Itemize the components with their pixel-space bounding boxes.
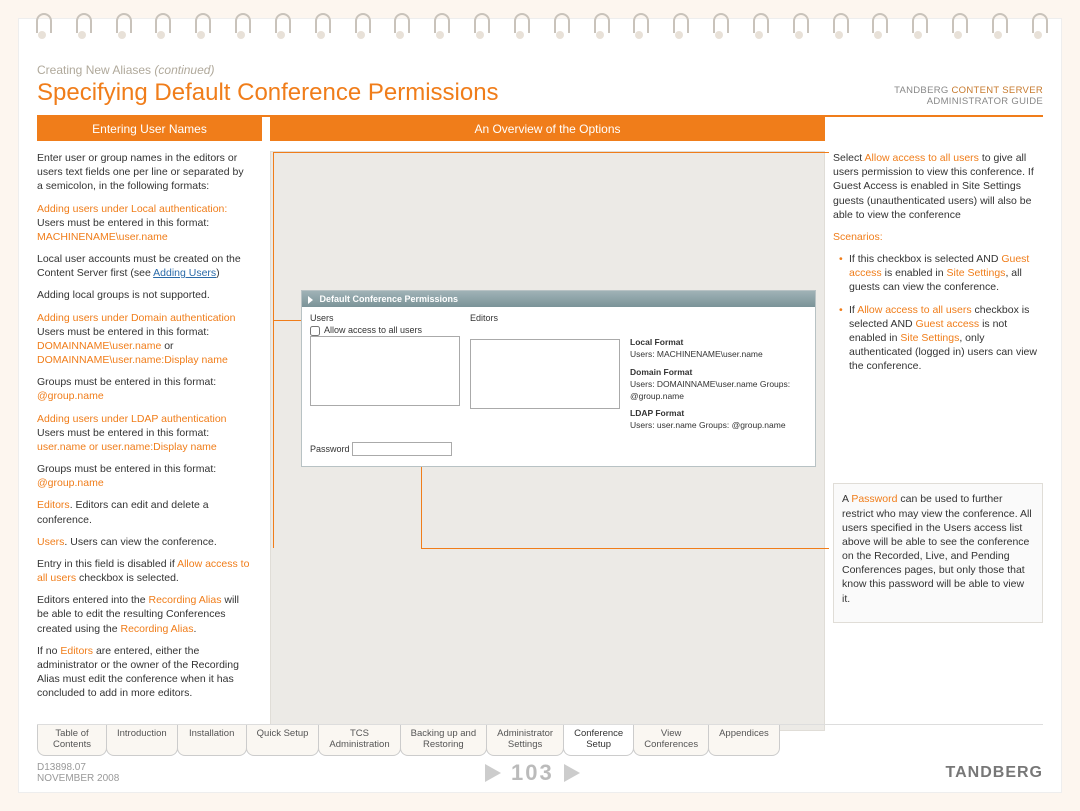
- ss-header: Default Conference Permissions: [302, 291, 815, 307]
- breadcrumb-main: Creating New Aliases: [37, 63, 151, 77]
- ss-title: Default Conference Permissions: [320, 294, 459, 304]
- page-number: 103: [511, 760, 554, 786]
- breadcrumb: Creating New Aliases (continued): [37, 63, 1043, 77]
- left-local-groups: Adding local groups is not supported.: [37, 288, 252, 302]
- section-header-left: Entering User Names: [37, 117, 262, 141]
- left-local-format: MACHINENAME\user.name: [37, 231, 168, 243]
- ss-local-format-users: Users: MACHINENAME\user.name: [630, 349, 807, 361]
- nav-tab-2[interactable]: Installation: [177, 725, 247, 756]
- doc-type-guide: ADMINISTRATOR GUIDE: [927, 96, 1043, 107]
- left-column: Enter user or group names in the editors…: [37, 151, 262, 731]
- page-title: Specifying Default Conference Permission…: [37, 79, 499, 107]
- ss-editors-label: Editors: [470, 313, 630, 323]
- scenario-2: If Allow access to all users checkbox is…: [839, 303, 1043, 374]
- spiral-binding: [29, 11, 1051, 47]
- left-local-create: Local user accounts must be created on t…: [37, 252, 252, 280]
- doc-id: D13898.07: [37, 762, 86, 773]
- right-intro: Select Allow access to all users to give…: [833, 151, 1043, 222]
- scenario-1: If this checkbox is selected AND Guest a…: [839, 252, 1043, 295]
- ss-domain-format: Domain Format: [630, 367, 692, 377]
- doc-type-product: CONTENT SERVER: [952, 85, 1043, 96]
- callout-line: [273, 152, 274, 548]
- left-intro: Enter user or group names in the editors…: [37, 151, 252, 194]
- prev-page-icon[interactable]: [485, 764, 501, 782]
- nav-tab-0[interactable]: Table ofContents: [37, 725, 107, 756]
- left-domain-groups: Groups must be entered in this format: @…: [37, 375, 252, 403]
- allow-access-checkbox[interactable]: [310, 326, 320, 336]
- right-scenarios-h: Scenarios:: [833, 230, 1043, 244]
- left-editors-desc: Editors. Editors can edit and delete a c…: [37, 498, 252, 526]
- left-h-local: Adding users under Local authentication:: [37, 203, 227, 215]
- footer: D13898.07 NOVEMBER 2008 103 TANDBERG: [37, 760, 1043, 786]
- ss-ldap-format-users: Users: user.name Groups: @group.name: [630, 420, 807, 432]
- ss-ldap-format: LDAP Format: [630, 408, 684, 418]
- nav-tab-5[interactable]: Backing up andRestoring: [400, 725, 488, 756]
- nav-tab-1[interactable]: Introduction: [106, 725, 178, 756]
- nav-tab-6[interactable]: AdministratorSettings: [486, 725, 564, 756]
- section-header-right-spacer: [833, 117, 1043, 141]
- section-header-mid: An Overview of the Options: [270, 117, 825, 141]
- section-headers: Entering User Names An Overview of the O…: [37, 117, 1043, 141]
- doc-date: NOVEMBER 2008: [37, 773, 119, 784]
- ss-allow-label: Allow access to all users: [324, 325, 422, 335]
- left-users-desc: Users. Users can view the conference.: [37, 535, 252, 549]
- left-h-ldap: Adding users under LDAP authentication: [37, 413, 227, 425]
- nav-tab-4[interactable]: TCSAdministration: [318, 725, 400, 756]
- callout-line: [421, 548, 829, 549]
- left-recording-alias: Editors entered into the Recording Alias…: [37, 593, 252, 636]
- nav-tab-7[interactable]: ConferenceSetup: [563, 725, 634, 756]
- adding-users-link[interactable]: Adding Users: [153, 267, 216, 279]
- ss-domain-format-users: Users: DOMAINNAME\user.name Groups: @gro…: [630, 379, 807, 403]
- middle-column: Default Conference Permissions Users All…: [270, 151, 825, 731]
- chevron-right-icon: [308, 296, 313, 304]
- ss-allow-checkbox[interactable]: Allow access to all users: [310, 325, 470, 336]
- password-input[interactable]: [352, 442, 452, 456]
- breadcrumb-cont: (continued): [154, 63, 214, 77]
- ss-users-label: Users: [310, 313, 470, 323]
- ss-password-label: Password: [310, 444, 350, 454]
- left-disabled-note: Entry in this field is disabled if Allow…: [37, 557, 252, 585]
- left-h-domain: Adding users under Domain authentication: [37, 312, 235, 324]
- nav-tab-9[interactable]: Appendices: [708, 725, 780, 756]
- password-note: A Password can be used to further restri…: [833, 483, 1043, 622]
- nav-tab-8[interactable]: ViewConferences: [633, 725, 709, 756]
- nav-tab-3[interactable]: Quick Setup: [246, 725, 320, 756]
- editors-textarea[interactable]: [470, 339, 620, 409]
- scenarios-list: If this checkbox is selected AND Guest a…: [833, 252, 1043, 373]
- left-local-format-label: Users must be entered in this format:: [37, 217, 209, 229]
- left-ldap-groups: Groups must be entered in this format: @…: [37, 462, 252, 490]
- pager: 103: [485, 760, 580, 786]
- right-column: Select Allow access to all users to give…: [833, 151, 1043, 731]
- next-page-icon[interactable]: [564, 764, 580, 782]
- ss-local-format: Local Format: [630, 337, 683, 347]
- users-textarea[interactable]: [310, 336, 460, 406]
- left-no-editors: If no Editors are entered, either the ad…: [37, 644, 252, 701]
- brand-logo: TANDBERG: [946, 764, 1043, 782]
- screenshot-panel: Default Conference Permissions Users All…: [301, 290, 816, 467]
- nav-tabs: Table ofContentsIntroductionInstallation…: [37, 724, 1043, 756]
- callout-line: [273, 152, 829, 153]
- doc-type-brand: TANDBERG: [894, 85, 948, 96]
- doc-type: TANDBERG CONTENT SERVER ADMINISTRATOR GU…: [894, 85, 1043, 107]
- doc-meta: D13898.07 NOVEMBER 2008: [37, 762, 119, 784]
